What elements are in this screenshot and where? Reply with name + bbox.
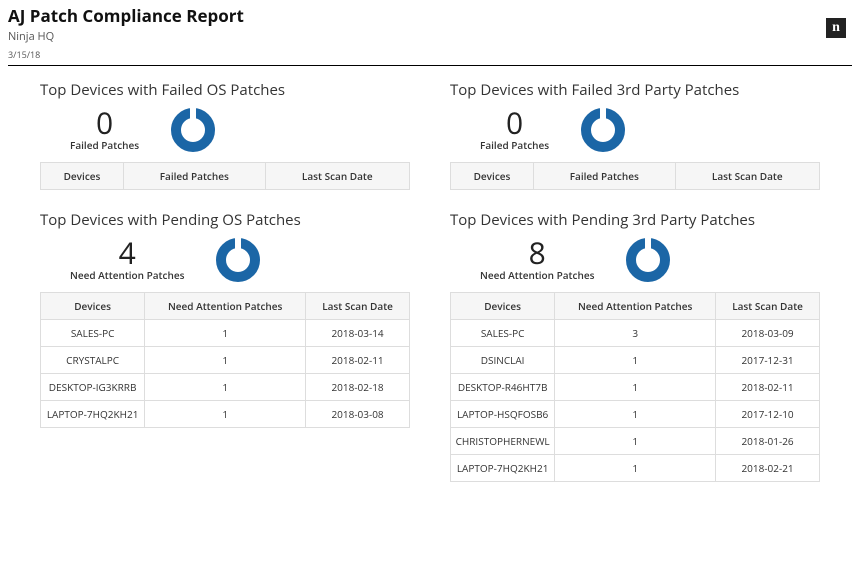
cell-device: CRYSTALPC [41,347,145,374]
cell-count: 1 [555,347,716,374]
metric-value: 4 [70,238,184,268]
cell-date: 2018-03-08 [306,401,410,428]
card-title: Top Devices with Pending 3rd Party Patch… [450,210,820,230]
table-row: DESKTOP-R46HT7B12018-02-11 [451,374,820,401]
donut-chart-icon [169,106,217,154]
table-row: CRYSTALPC12018-02-11 [41,347,410,374]
donut-chart-icon [579,106,627,154]
column-header: Devices [451,163,534,190]
metric-row: 8 Need Attention Patches [450,236,820,284]
column-header: Devices [41,163,124,190]
cell-count: 1 [145,347,306,374]
cell-date: 2018-03-09 [716,320,820,347]
cell-date: 2018-02-11 [716,374,820,401]
metric-label: Failed Patches [70,138,139,152]
cell-device: LAPTOP-HSQFOSB6 [451,401,555,428]
column-header: Last Scan Date [306,293,410,320]
table-row: SALES-PC12018-03-14 [41,320,410,347]
report-subtitle: Ninja HQ [8,29,852,44]
column-header: Last Scan Date [675,163,819,190]
cell-device: DSINCLAI [451,347,555,374]
cell-count: 1 [555,401,716,428]
card-title: Top Devices with Pending OS Patches [40,210,410,230]
metric-label: Need Attention Patches [480,268,594,282]
cell-date: 2018-03-14 [306,320,410,347]
table-row: DESKTOP-IG3KRRB12018-02-18 [41,374,410,401]
metric-value: 0 [480,108,549,138]
metric-row: 0 Failed Patches [450,106,820,154]
cell-device: LAPTOP-7HQ2KH21 [451,455,555,482]
cell-date: 2017-12-31 [716,347,820,374]
data-table: DevicesNeed Attention PatchesLast Scan D… [40,292,410,428]
cell-device: CHRISTOPHERNEWL [451,428,555,455]
report-card: Top Devices with Pending OS Patches 4 Ne… [40,210,410,482]
cell-device: DESKTOP-R46HT7B [451,374,555,401]
metric-block: 8 Need Attention Patches [480,238,594,282]
cell-count: 1 [145,320,306,347]
cell-count: 1 [555,455,716,482]
report-header: AJ Patch Compliance Report Ninja HQ 3/15… [8,4,852,66]
cell-device: LAPTOP-7HQ2KH21 [41,401,145,428]
cell-count: 1 [145,374,306,401]
cell-date: 2018-02-18 [306,374,410,401]
metric-block: 0 Failed Patches [70,108,139,152]
data-table: DevicesFailed PatchesLast Scan Date [450,162,820,190]
cards-grid: Top Devices with Failed OS Patches 0 Fai… [8,66,852,482]
table-row: LAPTOP-7HQ2KH2112018-03-08 [41,401,410,428]
cell-device: SALES-PC [451,320,555,347]
cell-date: 2018-02-21 [716,455,820,482]
cell-count: 1 [555,428,716,455]
donut-chart-icon [214,236,262,284]
card-title: Top Devices with Failed 3rd Party Patche… [450,80,820,100]
column-header: Devices [451,293,555,320]
report-card: Top Devices with Pending 3rd Party Patch… [450,210,820,482]
cell-count: 3 [555,320,716,347]
metric-block: 4 Need Attention Patches [70,238,184,282]
data-table: DevicesNeed Attention PatchesLast Scan D… [450,292,820,482]
card-title: Top Devices with Failed OS Patches [40,80,410,100]
column-header: Devices [41,293,145,320]
metric-label: Failed Patches [480,138,549,152]
metric-label: Need Attention Patches [70,268,184,282]
donut-chart-icon [624,236,672,284]
cell-count: 1 [145,401,306,428]
cell-date: 2018-02-11 [306,347,410,374]
table-row: LAPTOP-7HQ2KH2112018-02-21 [451,455,820,482]
column-header: Failed Patches [534,163,676,190]
column-header: Last Scan Date [716,293,820,320]
column-header: Last Scan Date [265,163,409,190]
report-card: Top Devices with Failed OS Patches 0 Fai… [40,80,410,190]
table-row: CHRISTOPHERNEWL12018-01-26 [451,428,820,455]
metric-row: 4 Need Attention Patches [40,236,410,284]
cell-device: SALES-PC [41,320,145,347]
metric-value: 8 [480,238,594,268]
table-row: LAPTOP-HSQFOSB612017-12-10 [451,401,820,428]
column-header: Need Attention Patches [145,293,306,320]
data-table: DevicesFailed PatchesLast Scan Date [40,162,410,190]
brand-logo: n [826,18,846,38]
cell-device: DESKTOP-IG3KRRB [41,374,145,401]
metric-row: 0 Failed Patches [40,106,410,154]
report-card: Top Devices with Failed 3rd Party Patche… [450,80,820,190]
table-row: DSINCLAI12017-12-31 [451,347,820,374]
report-date: 3/15/18 [8,48,852,61]
table-row: SALES-PC32018-03-09 [451,320,820,347]
cell-date: 2018-01-26 [716,428,820,455]
column-header: Failed Patches [124,163,266,190]
report-title: AJ Patch Compliance Report [8,4,852,27]
brand-logo-letter: n [832,21,840,35]
cell-count: 1 [555,374,716,401]
metric-block: 0 Failed Patches [480,108,549,152]
cell-date: 2017-12-10 [716,401,820,428]
column-header: Need Attention Patches [555,293,716,320]
metric-value: 0 [70,108,139,138]
